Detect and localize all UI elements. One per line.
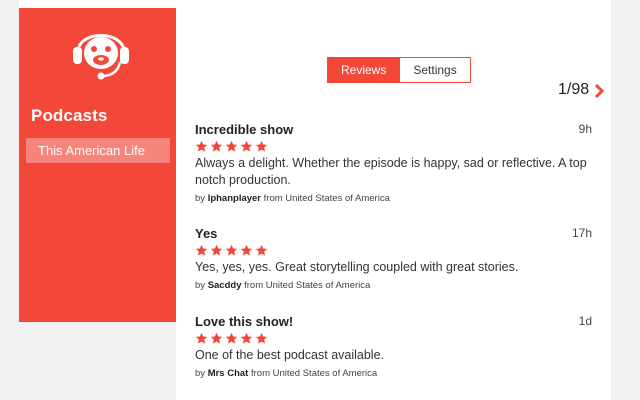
- star-icon: [225, 332, 238, 344]
- review-body: Always a delight. Whether the episode is…: [195, 156, 587, 187]
- review-location: from United States of America: [263, 193, 390, 204]
- review-location: from United States of America: [244, 280, 371, 291]
- star-icon: [240, 140, 253, 152]
- star-icon: [240, 332, 253, 344]
- review-by-label: by: [195, 193, 206, 204]
- chevron-right-icon[interactable]: [593, 84, 605, 98]
- review-item: Love this show! 1d One of the best podca…: [195, 314, 592, 379]
- review-meta: by Sacddy from United States of America: [195, 280, 592, 291]
- review-by-label: by: [195, 280, 206, 291]
- review-author: Sacddy: [207, 280, 242, 291]
- star-icon: [210, 140, 223, 152]
- star-icon: [210, 332, 223, 344]
- review-author: Mrs Chat: [207, 368, 249, 379]
- review-by-label: by: [195, 368, 206, 379]
- review-time: 17h: [571, 226, 592, 240]
- review-body: One of the best podcast available.: [195, 348, 385, 362]
- star-icon: [195, 244, 208, 256]
- review-time: 1d: [578, 314, 592, 328]
- review-author: Iphanplayer: [207, 193, 262, 204]
- star-icon: [210, 244, 223, 256]
- headphone-monkey-logo-icon: [73, 34, 129, 80]
- star-icon: [255, 244, 268, 256]
- star-rating: [195, 244, 592, 257]
- star-icon: [195, 140, 208, 152]
- sidebar-item-this-american-life[interactable]: This American Life: [26, 138, 170, 163]
- sidebar: Podcasts This American Life: [19, 8, 176, 322]
- star-icon: [255, 332, 268, 344]
- page-margin-left: [0, 0, 19, 400]
- page-margin-right: [611, 0, 640, 400]
- star-icon: [225, 244, 238, 256]
- review-location: from United States of America: [250, 368, 378, 379]
- review-title: Love this show!: [195, 314, 294, 329]
- sidebar-bottom-background: [19, 322, 176, 400]
- review-time: 9h: [578, 122, 592, 136]
- star-icon: [240, 244, 253, 256]
- review-body: Yes, yes, yes. Great storytelling couple…: [195, 260, 519, 274]
- review-title: Incredible show: [195, 122, 294, 137]
- tab-reviews[interactable]: Reviews: [327, 57, 401, 83]
- review-title: Yes: [195, 226, 218, 241]
- review-item: Yes 17h Yes, yes, yes. Great storytellin…: [195, 226, 592, 291]
- review-meta: by Mrs Chat from United States of Americ…: [195, 368, 592, 379]
- star-icon: [255, 140, 268, 152]
- pager-count: 1/98: [558, 81, 590, 98]
- star-icon: [225, 140, 238, 152]
- sidebar-heading: Podcasts: [31, 106, 108, 125]
- review-item: Incredible show 9h Always a delight. Whe…: [195, 122, 592, 204]
- tab-settings[interactable]: Settings: [400, 57, 471, 83]
- star-rating: [195, 332, 592, 345]
- tab-bar: Reviews Settings: [327, 57, 471, 83]
- review-meta: by Iphanplayer from United States of Ame…: [195, 193, 592, 204]
- star-rating: [195, 140, 592, 153]
- star-icon: [195, 332, 208, 344]
